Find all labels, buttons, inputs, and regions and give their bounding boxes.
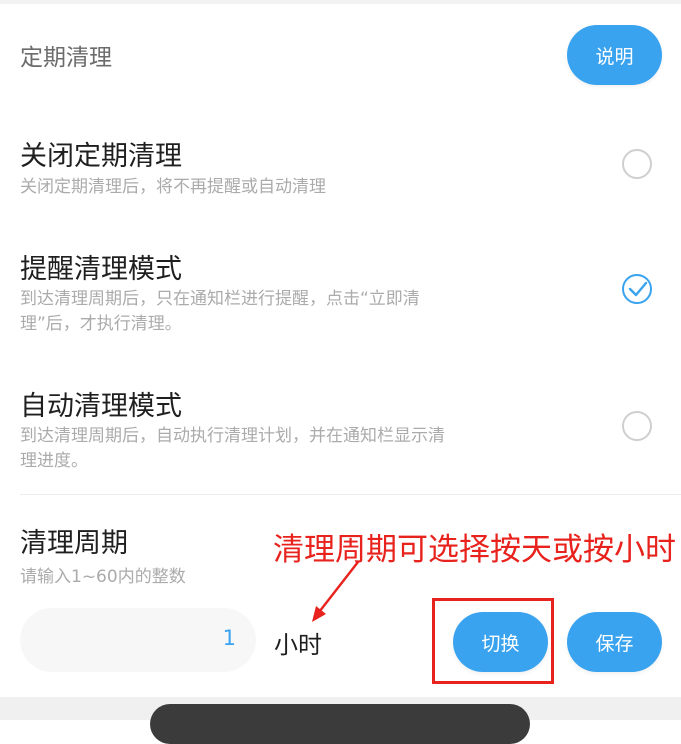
option-description: 到达清理周期后，自动执行清理计划，并在通知栏显示清理进度。 [20, 426, 445, 471]
option-title: 提醒清理模式 [20, 254, 182, 285]
bottom-overlay [150, 704, 530, 744]
radio-button-checked[interactable] [622, 274, 652, 304]
option-description: 关闭定期清理后，将不再提醒或自动清理 [20, 177, 326, 197]
check-icon [628, 281, 648, 297]
period-input-value: 1 [222, 626, 236, 650]
save-button[interactable]: 保存 [567, 612, 662, 672]
period-title: 清理周期 [20, 528, 128, 559]
option-description: 到达清理周期后，只在通知栏进行提醒，点击“立即清理”后，才执行清理。 [20, 289, 420, 334]
option-title: 关闭定期清理 [20, 141, 182, 172]
option-close-periodic-clean[interactable]: 关闭定期清理 关闭定期清理后，将不再提醒或自动清理 [0, 134, 681, 204]
option-title: 自动清理模式 [20, 391, 182, 422]
annotation-highlight-box [432, 598, 554, 684]
divider [20, 494, 681, 495]
radio-button[interactable] [622, 149, 652, 179]
section-title: 定期清理 [20, 45, 112, 71]
option-reminder-mode[interactable]: 提醒清理模式 到达清理周期后，只在通知栏进行提醒，点击“立即清理”后，才执行清理… [0, 247, 681, 337]
period-input[interactable]: 1 [20, 608, 256, 672]
period-hint: 请输入1~60内的整数 [20, 567, 186, 587]
period-unit-label: 小时 [274, 631, 322, 659]
top-strip [0, 0, 681, 4]
option-auto-mode[interactable]: 自动清理模式 到达清理周期后，自动执行清理计划，并在通知栏显示清理进度。 [0, 384, 681, 474]
annotation-arrow-icon [312, 561, 359, 622]
help-button[interactable]: 说明 [567, 25, 662, 85]
radio-button[interactable] [622, 411, 652, 441]
